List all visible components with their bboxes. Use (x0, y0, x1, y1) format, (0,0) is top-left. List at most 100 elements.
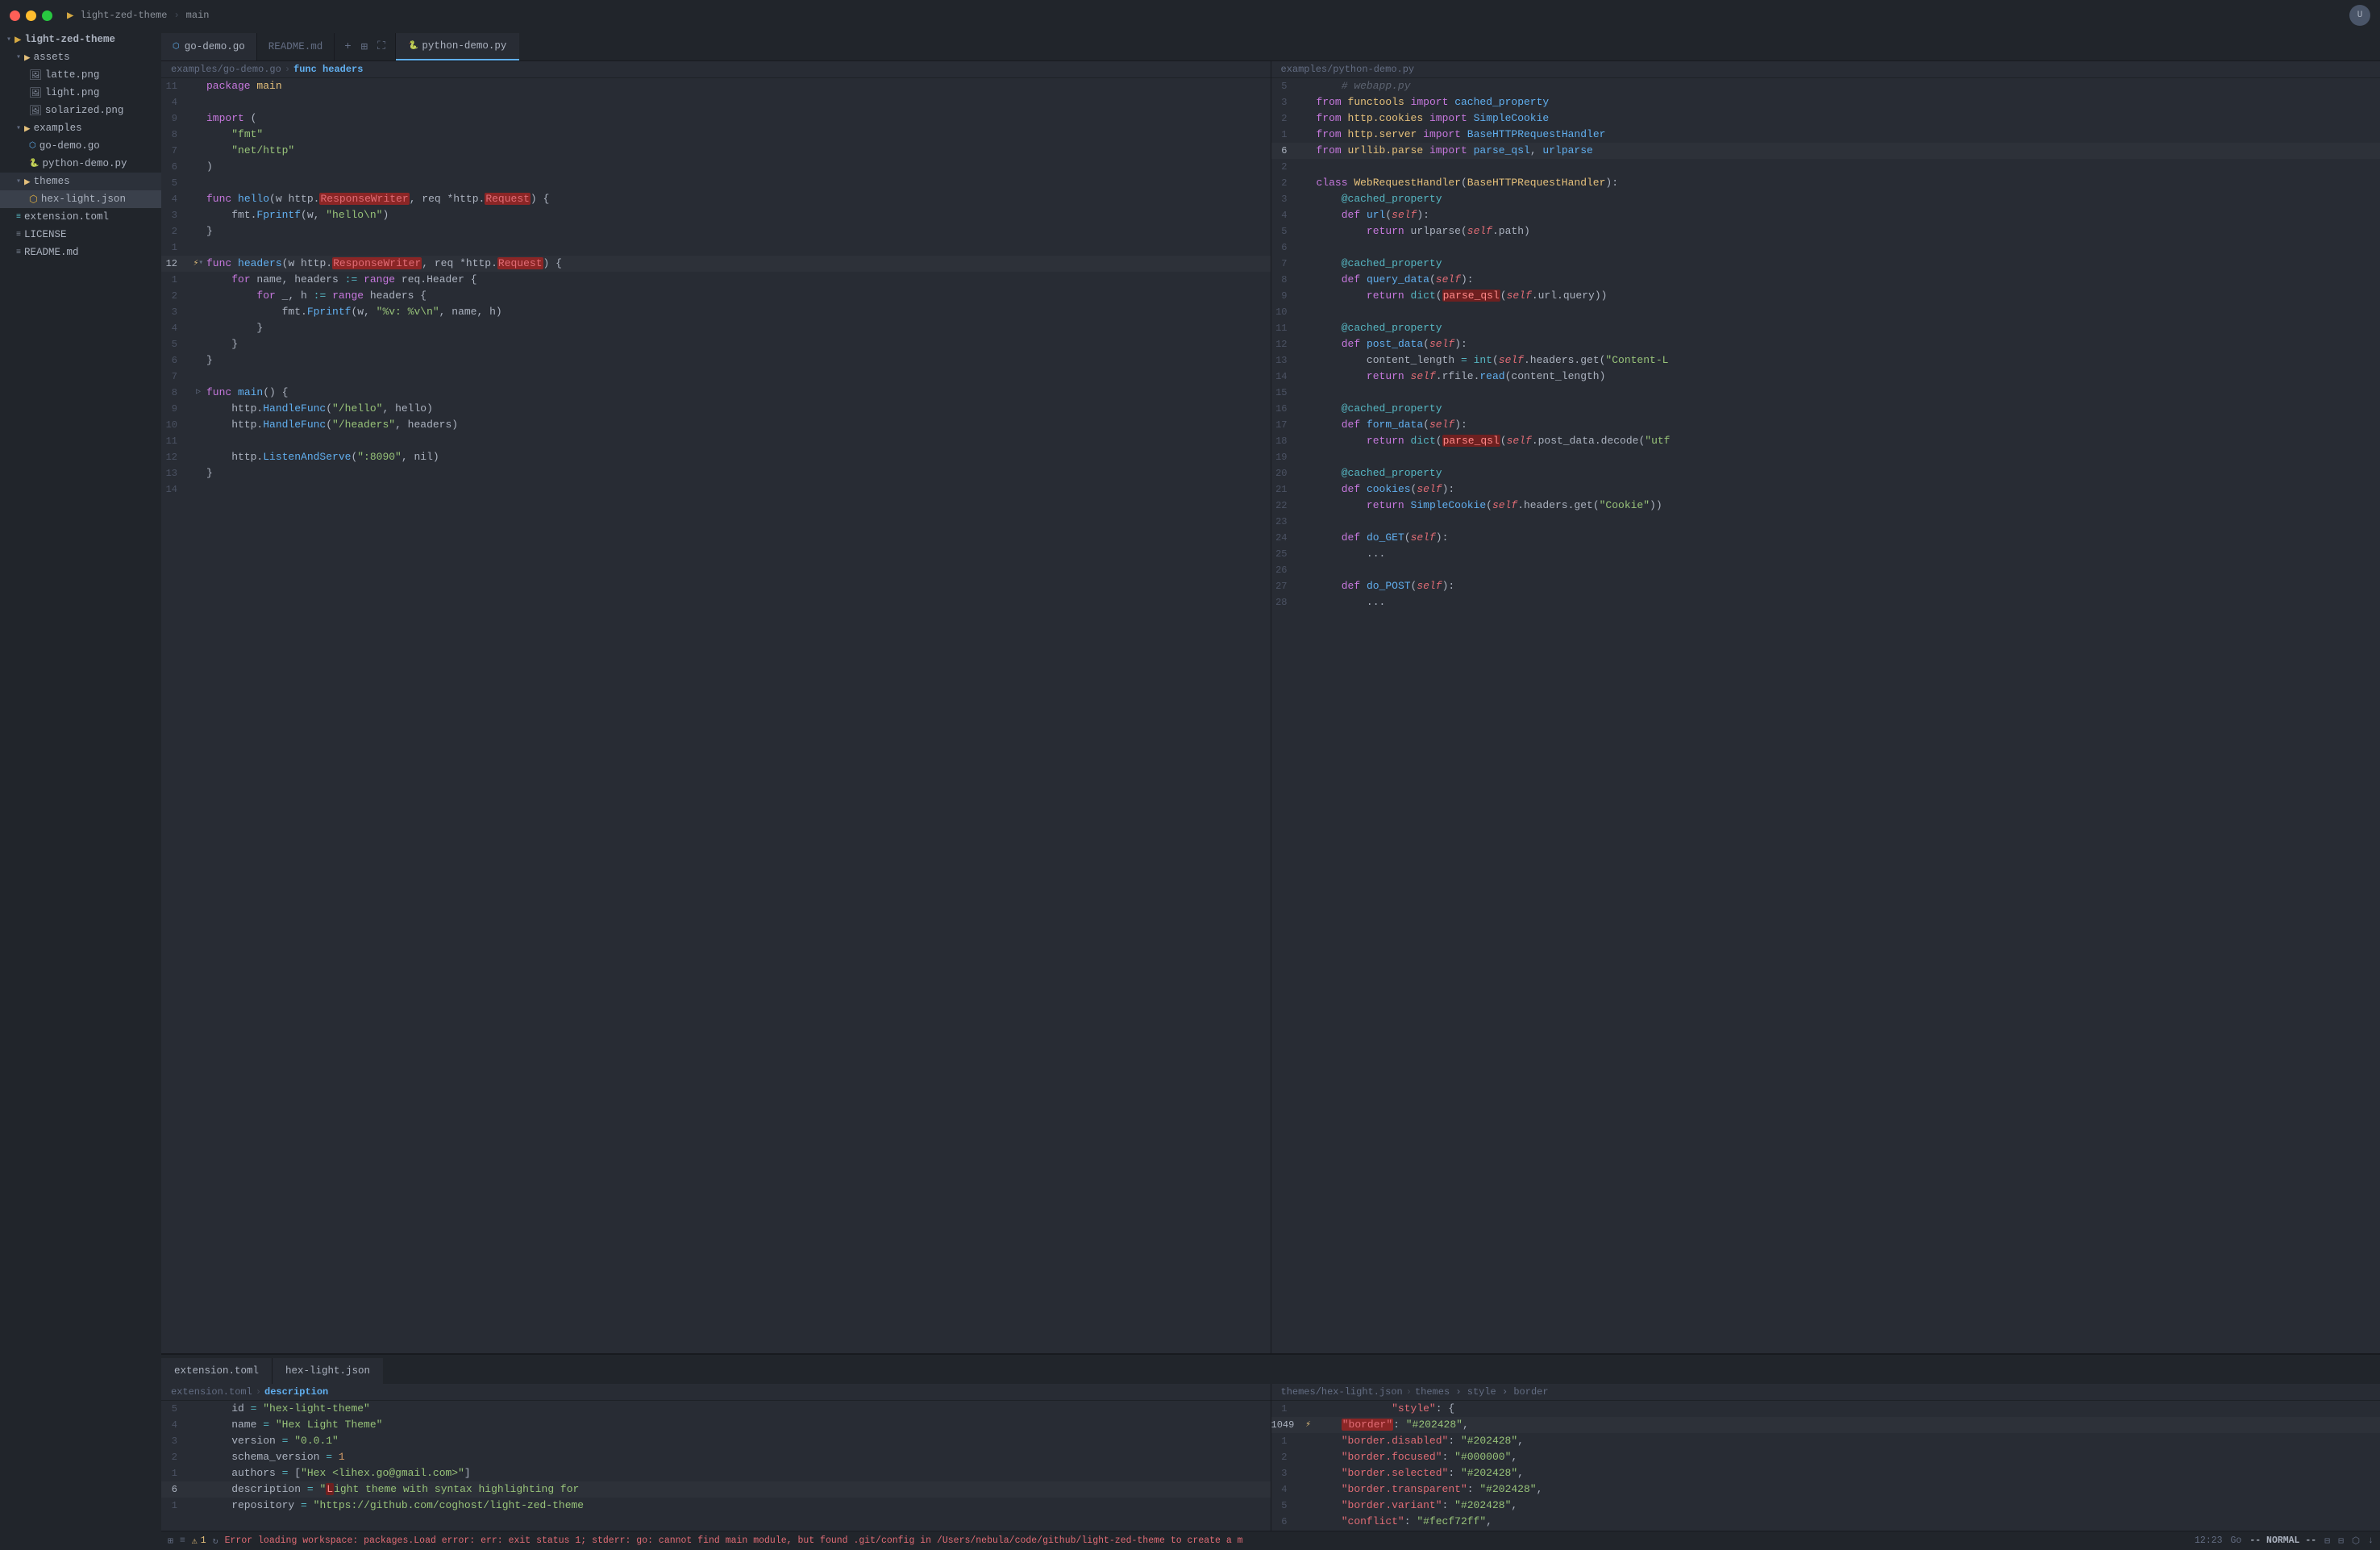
fullscreen-button[interactable]: ⛶ (374, 39, 389, 55)
code-line: 9 http.HandleFunc("/hello", hello) (161, 401, 1271, 417)
sidebar-item-latte[interactable]: 🖼 latte.png (0, 66, 161, 84)
code-line: 11 (161, 433, 1271, 449)
code-line: 12 def post_data(self): (1271, 336, 2380, 352)
code-line: 8 "fmt" (161, 127, 1271, 143)
sidebar-item-readme[interactable]: ≡ README.md (0, 244, 161, 261)
code-line: 3 version = "0.0.1" (161, 1433, 1271, 1449)
code-line: 13 } (161, 465, 1271, 481)
maximize-button[interactable] (42, 10, 52, 21)
status-warning: ⚠ 1 (192, 1535, 206, 1547)
go-code-area[interactable]: 11 package main 4 9 import ( (161, 78, 1271, 1353)
traffic-lights (10, 10, 52, 21)
sidebar-item-python-demo[interactable]: 🐍 python-demo.py (0, 155, 161, 173)
sidebar-item-light[interactable]: 🖼 light.png (0, 84, 161, 102)
tab-extension-toml[interactable]: extension.toml (161, 1358, 272, 1384)
code-line: 20 @cached_property (1271, 465, 2380, 481)
tab-icon: ⬡ (173, 42, 180, 52)
sidebar-item-license[interactable]: ≡ LICENSE (0, 226, 161, 244)
tab-readme[interactable]: README.md (257, 33, 335, 60)
split-editor: examples/go-demo.go › func headers 11 pa… (161, 61, 2380, 1353)
code-line: 3 fmt.Fprintf(w, "hello\n") (161, 207, 1271, 223)
folder-icon: ▶ (24, 122, 31, 135)
code-line: 18 return dict(parse_qsl(self.post_data.… (1271, 433, 2380, 449)
sidebar-item-examples[interactable]: ▾ ▶ examples (0, 119, 161, 137)
bottom-editor-json: themes/hex-light.json › themes › style ›… (1271, 1384, 2380, 1531)
avatar[interactable]: U (2349, 5, 2370, 26)
code-line-current: 6 description = "Light theme with syntax… (161, 1481, 1271, 1498)
status-right: 12:23 Go -- NORMAL -- ⊟ ⊟ ⬡ ↓ (2195, 1535, 2374, 1547)
tab-go-demo[interactable]: ⬡ go-demo.go (161, 33, 257, 60)
sidebar-label: python-demo.py (42, 158, 127, 169)
tab-python-demo[interactable]: 🐍 python-demo.py (396, 33, 519, 60)
status-list-icon: ≡ (180, 1535, 185, 1546)
status-bar: ⊞ ≡ ⚠ 1 ↻ Error loading workspace: packa… (161, 1531, 2380, 1550)
file-icon: ≡ (16, 231, 21, 240)
code-line: 6 } (161, 352, 1271, 369)
code-line: 6 ) (161, 159, 1271, 175)
sidebar-item-root[interactable]: ▾ ▶ light-zed-theme (0, 31, 161, 48)
status-reload-icon: ↻ (213, 1535, 218, 1547)
error-message-text: Error loading workspace: packages.Load e… (225, 1535, 1243, 1546)
status-go-icon: Go (2231, 1535, 2242, 1546)
sidebar-label: examples (34, 123, 82, 134)
status-time: 12:23 (2195, 1535, 2223, 1546)
code-line: 1 repository = "https://github.com/cogho… (161, 1498, 1271, 1514)
json-code-area[interactable]: 1 "style": { 1049 ⚡ "border": "#202428",… (1271, 1401, 2380, 1531)
status-grid-icon: ⊞ (168, 1535, 173, 1547)
sidebar-item-go-demo[interactable]: ⬡ go-demo.go (0, 137, 161, 155)
warning-count: 1 (201, 1535, 206, 1546)
code-line: 8 def query_data(self): (1271, 272, 2380, 288)
code-line: 4 func hello(w http.ResponseWriter, req … (161, 191, 1271, 207)
code-line: 14 (161, 481, 1271, 498)
tab-label: README.md (268, 41, 323, 52)
code-line: 1 "style": { (1271, 1401, 2380, 1417)
sidebar: ▾ ▶ light-zed-theme ▾ ▶ assets 🖼 latte.p… (0, 31, 161, 1550)
code-line: 8 ▷ func main() { (161, 385, 1271, 401)
code-line: 1 authors = ["Hex <lihex.go@gmail.com>"] (161, 1465, 1271, 1481)
minimize-button[interactable] (26, 10, 36, 21)
code-line: 6 "conflict": "#fecf72ff", (1271, 1514, 2380, 1530)
sidebar-label: light.png (45, 87, 100, 98)
file-icon: ⬡ (29, 141, 36, 151)
tab-hex-light-json[interactable]: hex-light.json (273, 1358, 383, 1384)
sidebar-item-hex-light[interactable]: ⬡ hex-light.json (0, 190, 161, 208)
tab-icon: 🐍 (409, 41, 418, 51)
bottom-split: extension.toml › description 5 id = "hex… (161, 1384, 2380, 1531)
toml-code-area[interactable]: 5 id = "hex-light-theme" 4 name = "Hex L… (161, 1401, 1271, 1531)
close-button[interactable] (10, 10, 20, 21)
code-line: 13 content_length = int(self.headers.get… (1271, 352, 2380, 369)
tab-actions: + ⊞ ⛶ (335, 33, 395, 60)
code-line: 2 from http.cookies import SimpleCookie (1271, 110, 2380, 127)
sidebar-item-assets[interactable]: ▾ ▶ assets (0, 48, 161, 66)
breadcrumb-file: examples/python-demo.py (1281, 64, 1415, 75)
sidebar-item-solarized[interactable]: 🖼 solarized.png (0, 102, 161, 119)
python-code-area[interactable]: 5 # webapp.py 3 from functools import ca… (1271, 78, 2380, 1353)
sidebar-item-themes[interactable]: ▾ ▶ themes (0, 173, 161, 190)
code-line-current: 1049 ⚡ "border": "#202428", (1271, 1417, 2380, 1433)
code-line: 4 } (161, 320, 1271, 336)
top-tab-bar: ⬡ go-demo.go README.md + ⊞ ⛶ 🐍 python-de… (161, 31, 2380, 61)
branch-separator: › (173, 10, 179, 21)
code-line: 4 def url(self): (1271, 207, 2380, 223)
sidebar-label: README.md (24, 247, 79, 258)
code-line: 27 def do_POST(self): (1271, 578, 2380, 594)
tab-label: extension.toml (174, 1365, 259, 1377)
split-button[interactable]: ⊞ (358, 39, 371, 56)
sidebar-item-extension-toml[interactable]: ≡ extension.toml (0, 208, 161, 226)
add-tab-button[interactable]: + (341, 39, 354, 55)
sidebar-label: themes (34, 176, 70, 187)
file-icon: 🖼 (29, 69, 42, 81)
code-line: 1 for name, headers := range req.Header … (161, 272, 1271, 288)
file-icon: 🐍 (29, 159, 39, 169)
code-line: 23 (1271, 514, 2380, 530)
avatar-initials: U (2357, 10, 2363, 20)
code-line-current: 12 ⚡▾ func headers(w http.ResponseWriter… (161, 256, 1271, 272)
breadcrumb-toml: extension.toml › description (161, 1384, 1271, 1401)
folder-icon: ▶ (24, 51, 31, 64)
branch-name: main (186, 10, 210, 21)
code-line: 14 return self.rfile.read(content_length… (1271, 369, 2380, 385)
chevron-icon: ▾ (16, 177, 21, 186)
code-line: 3 @cached_property (1271, 191, 2380, 207)
main-layout: ▾ ▶ light-zed-theme ▾ ▶ assets 🖼 latte.p… (0, 31, 2380, 1550)
code-line: 17 def form_data(self): (1271, 417, 2380, 433)
